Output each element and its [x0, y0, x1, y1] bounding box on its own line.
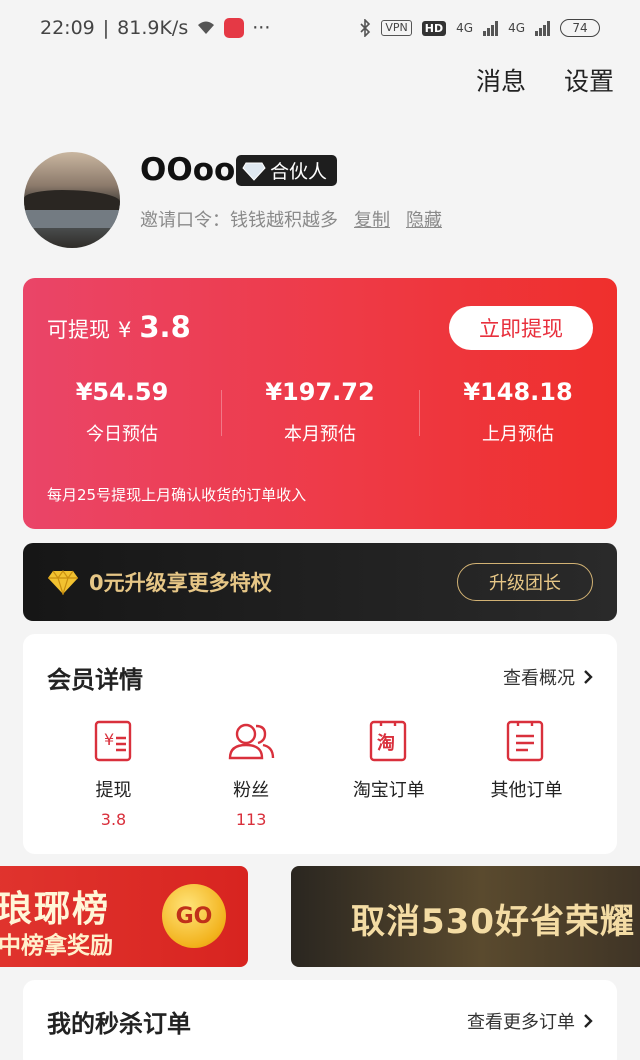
- available-label: 可提现: [47, 318, 110, 342]
- seckill-title: 我的秒杀订单: [47, 1010, 191, 1038]
- stat-today[interactable]: ¥54.59 今日预估: [23, 378, 221, 446]
- available-balance: 可提现 ¥ 3.8: [47, 310, 191, 344]
- member-item-label: 提现: [95, 780, 132, 801]
- member-details-card: 会员详情 查看概况 ¥ 提现 3.8 粉丝 113 淘 淘宝订单 其他订单: [23, 634, 617, 854]
- gold-diamond-icon: [48, 569, 78, 595]
- view-more-orders-link[interactable]: 查看更多订单: [467, 1008, 593, 1034]
- seckill-orders-card: 我的秒杀订单 查看更多订单: [23, 980, 617, 1060]
- invite-row: 邀请口令：钱钱越积越多 复制 隐藏: [140, 206, 442, 232]
- go-label: GO: [175, 903, 213, 929]
- member-items: ¥ 提现 3.8 粉丝 113 淘 淘宝订单 其他订单: [45, 720, 595, 830]
- member-item-label: 其他订单: [490, 780, 563, 801]
- top-nav: 消息 设置: [476, 62, 614, 98]
- network-speed: 81.9K/s: [117, 17, 189, 39]
- svg-text:淘: 淘: [377, 732, 395, 754]
- withdraw-icon: ¥: [94, 720, 131, 762]
- copy-link[interactable]: 复制: [354, 206, 390, 232]
- earnings-stats: ¥54.59 今日预估 ¥197.72 本月预估 ¥148.18 上月预估: [23, 378, 617, 446]
- app-notification-icon: [224, 18, 245, 38]
- diamond-icon: [242, 162, 266, 181]
- settings-button[interactable]: 设置: [564, 62, 614, 98]
- banner-title: 取消530好省荣耀: [351, 902, 635, 942]
- currency-symbol: ¥: [118, 318, 132, 342]
- separator: |: [102, 17, 110, 39]
- view-overview-label: 查看概况: [503, 668, 575, 689]
- stat-label: 上月预估: [482, 424, 554, 445]
- member-item-withdraw[interactable]: ¥ 提现 3.8: [45, 720, 182, 830]
- clock: 22:09: [40, 17, 95, 39]
- upgrade-leader-button[interactable]: 升级团长: [457, 563, 593, 601]
- signal-icon: [483, 20, 499, 36]
- withdraw-now-button[interactable]: 立即提现: [449, 306, 593, 350]
- avatar-water: [24, 210, 120, 228]
- status-bar: 22:09 | 81.9K/s ··· VPN HD 4G 4G 74: [0, 0, 640, 56]
- bluetooth-icon: [360, 19, 371, 37]
- promo-banner-langya[interactable]: 琅琊榜 中榜拿奖励 GO: [0, 866, 248, 967]
- other-order-icon: [507, 720, 544, 762]
- stat-value: ¥197.72: [265, 378, 375, 406]
- promo-banner-530[interactable]: 取消530好省荣耀: [291, 866, 640, 967]
- hide-link[interactable]: 隐藏: [406, 206, 442, 232]
- member-item-other-orders[interactable]: 其他订单: [458, 720, 595, 830]
- svg-text:¥: ¥: [104, 730, 114, 749]
- network-type-2: 4G: [508, 21, 525, 35]
- member-item-label: 淘宝订单: [352, 780, 425, 801]
- avatar[interactable]: [24, 152, 120, 248]
- invite-code: 钱钱越积越多: [230, 210, 338, 231]
- view-overview-link[interactable]: 查看概况: [503, 664, 593, 690]
- stat-label: 本月预估: [284, 424, 356, 445]
- chevron-right-icon: [584, 670, 593, 684]
- messages-button[interactable]: 消息: [476, 62, 526, 98]
- wifi-icon: [198, 21, 215, 34]
- stat-value: ¥54.59: [75, 378, 169, 406]
- member-item-label: 粉丝: [233, 780, 270, 801]
- battery-icon: 74: [560, 19, 600, 37]
- go-button[interactable]: GO: [162, 884, 226, 948]
- banner-subtitle: 中榜拿奖励: [0, 933, 113, 959]
- hd-badge: HD: [421, 20, 447, 36]
- upgrade-text: 0元升级享更多特权: [89, 571, 272, 595]
- member-item-count: 3.8: [100, 810, 127, 829]
- stat-this-month[interactable]: ¥197.72 本月预估: [221, 378, 419, 446]
- partner-label: 合伙人: [270, 161, 328, 183]
- more-notifications: ···: [252, 17, 271, 39]
- member-details-title: 会员详情: [47, 666, 143, 694]
- upgrade-banner[interactable]: 0元升级享更多特权 升级团长: [23, 543, 617, 621]
- earnings-card: 可提现 ¥ 3.8 立即提现 ¥54.59 今日预估 ¥197.72 本月预估 …: [23, 278, 617, 529]
- available-amount: 3.8: [139, 310, 191, 344]
- member-item-count: [458, 810, 595, 830]
- stat-value: ¥148.18: [463, 378, 573, 406]
- withdraw-note: 每月25号提现上月确认收货的订单收入: [47, 486, 307, 504]
- taobao-order-icon: 淘: [369, 720, 407, 762]
- chevron-right-icon: [584, 1014, 593, 1028]
- fans-icon: [228, 723, 275, 760]
- partner-badge: 合伙人: [236, 155, 338, 186]
- member-item-fans[interactable]: 粉丝 113: [183, 720, 320, 830]
- signal-icon-2: [535, 20, 550, 36]
- member-item-count: [320, 810, 457, 830]
- member-item-count: 113: [235, 810, 267, 829]
- username: OOoo: [140, 152, 236, 188]
- invite-label: 邀请口令：: [140, 210, 230, 231]
- vpn-badge: VPN: [381, 20, 412, 36]
- avatar-trees: [24, 190, 120, 210]
- banner-title: 琅琊榜: [0, 889, 111, 930]
- view-more-orders-label: 查看更多订单: [467, 1012, 575, 1033]
- member-item-taobao-orders[interactable]: 淘 淘宝订单: [320, 720, 457, 830]
- network-type-1: 4G: [456, 21, 474, 35]
- stat-label: 今日预估: [86, 424, 158, 445]
- stat-last-month[interactable]: ¥148.18 上月预估: [419, 378, 617, 446]
